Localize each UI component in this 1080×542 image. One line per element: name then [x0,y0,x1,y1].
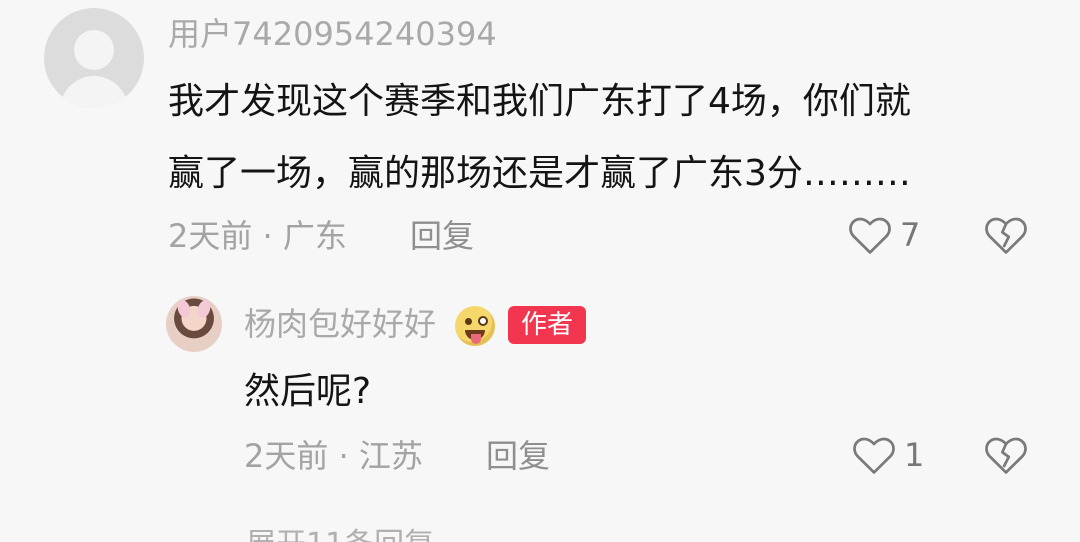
tongue-out-emoji-icon [455,306,495,346]
broken-heart-icon[interactable] [984,214,1028,256]
avatar-body-shape [60,76,128,108]
comment-thread: 用户7420954240394 我才发现这个赛季和我们广东打了4场，你们就 赢了… [0,0,1080,542]
reply-username[interactable]: 杨肉包好好好 [244,308,436,340]
reply-button[interactable]: 回复 [410,220,474,252]
reply-meta: 2天前 · 江苏 [244,437,423,475]
heart-outline-icon [852,434,896,476]
comment-username[interactable]: 用户7420954240394 [168,18,497,50]
broken-heart-icon[interactable] [984,434,1028,476]
like-button[interactable]: 7 [848,214,920,256]
reply-reply-button[interactable]: 回复 [486,440,550,472]
heart-outline-icon [848,214,892,256]
reply-like-count: 1 [904,436,925,474]
emoji-eye [465,318,472,325]
emoji-tongue [471,334,481,344]
reply-text: 然后呢? [244,371,372,412]
avatar-bunny-ear-right [195,298,213,320]
avatar-head-shape [74,30,114,70]
comment-meta: 2天前 · 广东 [168,217,347,255]
comment-text-line-2: 赢了一场，赢的那场还是才赢了广东3分……… [168,153,911,194]
avatar-bunny-ear-left [175,298,193,320]
like-count: 7 [900,216,921,254]
emoji-eye [478,316,488,326]
user-avatar[interactable] [44,8,144,108]
comment-text-line-1: 我才发现这个赛季和我们广东打了4场，你们就 [168,81,911,122]
expand-replies-link[interactable]: 展开11条回复 [246,530,434,542]
reply-like-button[interactable]: 1 [852,434,924,476]
author-badge: 作者 [508,306,586,344]
reply-avatar[interactable] [166,296,222,352]
